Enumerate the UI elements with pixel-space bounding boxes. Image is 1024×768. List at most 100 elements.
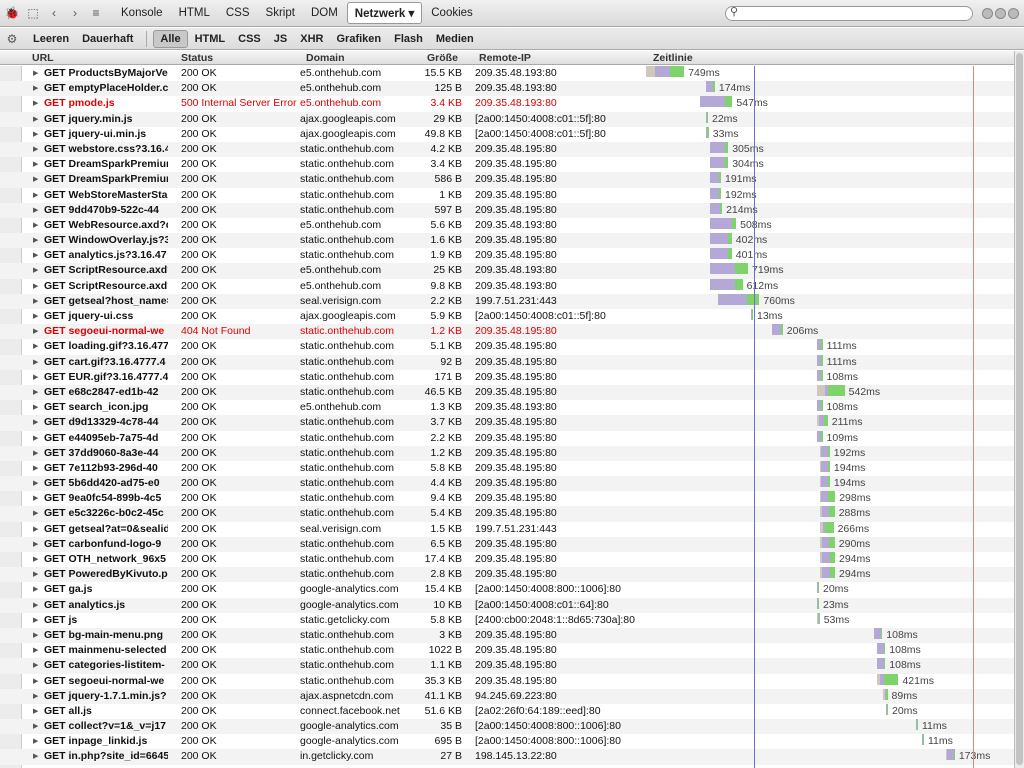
request-url[interactable]: GET in.php?site_id=6645 xyxy=(44,749,168,764)
tab-html[interactable]: HTML xyxy=(172,4,217,22)
col-status[interactable]: Status xyxy=(181,52,213,64)
request-url[interactable]: GET OTH_network_96x5 xyxy=(44,552,168,567)
request-row[interactable]: ▶ GET inpage_linkid.js 200 OK google-analyt… xyxy=(0,734,1014,749)
request-url[interactable]: GET EUR.gif?3.16.4777.4 xyxy=(44,370,168,385)
request-row[interactable]: ▶ GET js 200 OK static.getclicky.com 5.8 KB [… xyxy=(0,612,1014,628)
tab-konsole[interactable]: Konsole xyxy=(114,4,170,22)
request-row[interactable]: ▶ GET 9dd470b9-522c-44 200 OK static.ontheh… xyxy=(0,202,1014,218)
request-row[interactable]: ▶ GET search_icon.jpg 200 OK e5.onthehub.co… xyxy=(0,400,1014,415)
expand-arrow-icon[interactable]: ▶ xyxy=(33,643,41,658)
request-row[interactable]: ▶ GET e68c2847-ed1b-42 200 OK static.ontheh… xyxy=(0,384,1014,401)
expand-arrow-icon[interactable]: ▶ xyxy=(33,172,41,187)
request-url[interactable]: GET jquery-1.7.1.min.js? xyxy=(44,689,168,704)
request-url[interactable]: GET segoeui-normal-we xyxy=(44,324,168,339)
expand-arrow-icon[interactable]: ▶ xyxy=(33,522,41,537)
request-url[interactable]: GET getseal?at=0&sealid xyxy=(44,522,168,537)
expand-arrow-icon[interactable]: ▶ xyxy=(33,734,41,749)
filter-flash[interactable]: Flash xyxy=(388,31,429,47)
request-row[interactable]: ▶ GET jquery-ui.css 200 OK ajax.googleapis.… xyxy=(0,309,1014,324)
expand-arrow-icon[interactable]: ▶ xyxy=(33,324,41,339)
request-row[interactable]: ▶ GET jquery.min.js 200 OK ajax.googleapis.… xyxy=(0,111,1014,127)
request-url[interactable]: GET jquery.min.js xyxy=(44,112,168,127)
expand-arrow-icon[interactable]: ▶ xyxy=(33,218,41,233)
request-url[interactable]: GET pmode.js xyxy=(44,96,168,111)
request-url[interactable]: GET WebResource.axd?d xyxy=(44,218,168,233)
expand-arrow-icon[interactable]: ▶ xyxy=(33,704,41,719)
request-url[interactable]: GET e5c3226c-b0c2-45c xyxy=(44,506,168,521)
expand-arrow-icon[interactable]: ▶ xyxy=(33,476,41,491)
request-url[interactable]: GET ga.js xyxy=(44,582,168,597)
expand-arrow-icon[interactable]: ▶ xyxy=(33,81,41,96)
request-url[interactable]: GET ProductsByMajorVer xyxy=(44,66,168,81)
request-url[interactable]: GET WebStoreMasterStar xyxy=(44,188,168,203)
filter-css[interactable]: CSS xyxy=(232,31,267,47)
request-url[interactable]: GET d9d13329-4c78-44 xyxy=(44,415,168,430)
minimize-button[interactable] xyxy=(982,8,993,19)
request-url[interactable]: GET ScriptResource.axd? xyxy=(44,263,168,278)
expand-arrow-icon[interactable]: ▶ xyxy=(33,461,41,476)
request-row[interactable]: ▶ GET e44095eb-7a75-4d 200 OK static.ontheh… xyxy=(0,430,1014,446)
filter-html[interactable]: HTML xyxy=(189,31,232,47)
request-url[interactable]: GET analytics.js xyxy=(44,598,168,613)
request-row[interactable]: ▶ GET all.js 200 OK connect.facebook.net 51.… xyxy=(0,703,1014,719)
expand-arrow-icon[interactable]: ▶ xyxy=(33,537,41,552)
request-url[interactable]: GET DreamSparkPremiur xyxy=(44,172,168,187)
request-row[interactable]: ▶ GET pmode.js 500 Internal Server Error e5… xyxy=(0,96,1014,111)
request-row[interactable]: ▶ GET WebStoreMasterStar 200 OK static.onth… xyxy=(0,187,1014,203)
request-row[interactable]: ▶ GET getseal?host_name= 200 OK seal.verisi… xyxy=(0,293,1014,309)
firebug-bug-icon[interactable]: 🐞 xyxy=(3,4,21,22)
col-timeline[interactable]: Zeitlinie xyxy=(653,52,693,64)
request-row[interactable]: ▶ GET d9d13329-4c78-44 200 OK static.ontheh… xyxy=(0,415,1014,431)
request-row[interactable]: ▶ GET analytics.js 200 OK google-analytics.… xyxy=(0,597,1014,613)
request-url[interactable]: GET analytics.js?3.16.47 xyxy=(44,248,168,263)
request-url[interactable]: GET getseal?host_name= xyxy=(44,294,168,309)
request-row[interactable]: ▶ GET collect?v=1&_v=j17 200 OK google-anal… xyxy=(0,719,1014,735)
expand-arrow-icon[interactable]: ▶ xyxy=(33,294,41,309)
request-row[interactable]: ▶ GET EUR.gif?3.16.4777.4 200 OK static.ont… xyxy=(0,369,1014,385)
back-icon[interactable]: ‹ xyxy=(45,4,63,22)
expand-arrow-icon[interactable]: ▶ xyxy=(33,339,41,354)
request-url[interactable]: GET mainmenu-selected xyxy=(44,643,168,658)
request-url[interactable]: GET segoeui-normal-we xyxy=(44,674,168,689)
filter-xhr[interactable]: XHR xyxy=(294,31,329,47)
request-row[interactable]: ▶ GET analytics.js?3.16.47 200 OK static.on… xyxy=(0,248,1014,263)
expand-arrow-icon[interactable]: ▶ xyxy=(33,112,41,127)
request-row[interactable]: ▶ GET segoeui-normal-we 200 OK static.onthe… xyxy=(0,673,1014,689)
request-url[interactable]: GET loading.gif?3.16.477 xyxy=(44,339,168,354)
expand-arrow-icon[interactable]: ▶ xyxy=(33,567,41,582)
filter-js[interactable]: JS xyxy=(268,31,293,47)
request-url[interactable]: GET all.js xyxy=(44,704,168,719)
menu-icon[interactable]: ≡ xyxy=(87,4,105,22)
tab-cookies[interactable]: Cookies xyxy=(424,4,480,22)
request-row[interactable]: ▶ GET ga.js 200 OK google-analytics.com 15.4… xyxy=(0,582,1014,597)
expand-arrow-icon[interactable]: ▶ xyxy=(33,355,41,370)
expand-arrow-icon[interactable]: ▶ xyxy=(33,628,41,643)
tab-netzwerk[interactable]: Netzwerk ▾ xyxy=(346,2,423,24)
expand-arrow-icon[interactable]: ▶ xyxy=(33,203,41,218)
request-row[interactable]: ▶ GET jquery-ui.min.js 200 OK ajax.googleap… xyxy=(0,126,1014,142)
expand-arrow-icon[interactable]: ▶ xyxy=(33,582,41,597)
request-url[interactable]: GET js xyxy=(44,613,168,628)
scrollbar-thumb[interactable] xyxy=(1016,53,1023,765)
request-row[interactable]: ▶ GET 7e112b93-296d-40 200 OK static.ontheh… xyxy=(0,460,1014,476)
expand-arrow-icon[interactable]: ▶ xyxy=(33,749,41,764)
request-url[interactable]: GET webstore.css?3.16.4 xyxy=(44,142,168,157)
col-domain[interactable]: Domain xyxy=(306,52,345,64)
request-url[interactable]: GET ScriptResource.axd? xyxy=(44,279,168,294)
expand-arrow-icon[interactable]: ▶ xyxy=(33,66,41,81)
expand-arrow-icon[interactable]: ▶ xyxy=(33,142,41,157)
request-url[interactable]: GET 9ea0fc54-899b-4c5 xyxy=(44,491,168,506)
request-row[interactable]: ▶ GET carbonfund-logo-9 200 OK static.onthe… xyxy=(0,536,1014,552)
expand-arrow-icon[interactable]: ▶ xyxy=(33,188,41,203)
request-row[interactable]: ▶ GET WindowOverlay.js?3 200 OK static.onth… xyxy=(0,233,1014,249)
expand-arrow-icon[interactable]: ▶ xyxy=(33,689,41,704)
request-row[interactable]: ▶ GET PoweredByKivuto.pr 200 OK static.onth… xyxy=(0,567,1014,583)
request-url[interactable]: GET 7e112b93-296d-40 xyxy=(44,461,168,476)
col-size[interactable]: Größe xyxy=(427,52,458,64)
expand-arrow-icon[interactable]: ▶ xyxy=(33,233,41,248)
request-url[interactable]: GET categories-listitem- xyxy=(44,658,168,673)
expand-arrow-icon[interactable]: ▶ xyxy=(33,96,41,111)
request-row[interactable]: ▶ GET ScriptResource.axd? 200 OK e5.onthehu… xyxy=(0,278,1014,294)
request-row[interactable]: ▶ GET cart.gif?3.16.4777.4 200 OK static.on… xyxy=(0,354,1014,370)
request-row[interactable]: ▶ GET categories-listitem- 200 OK static.on… xyxy=(0,658,1014,674)
